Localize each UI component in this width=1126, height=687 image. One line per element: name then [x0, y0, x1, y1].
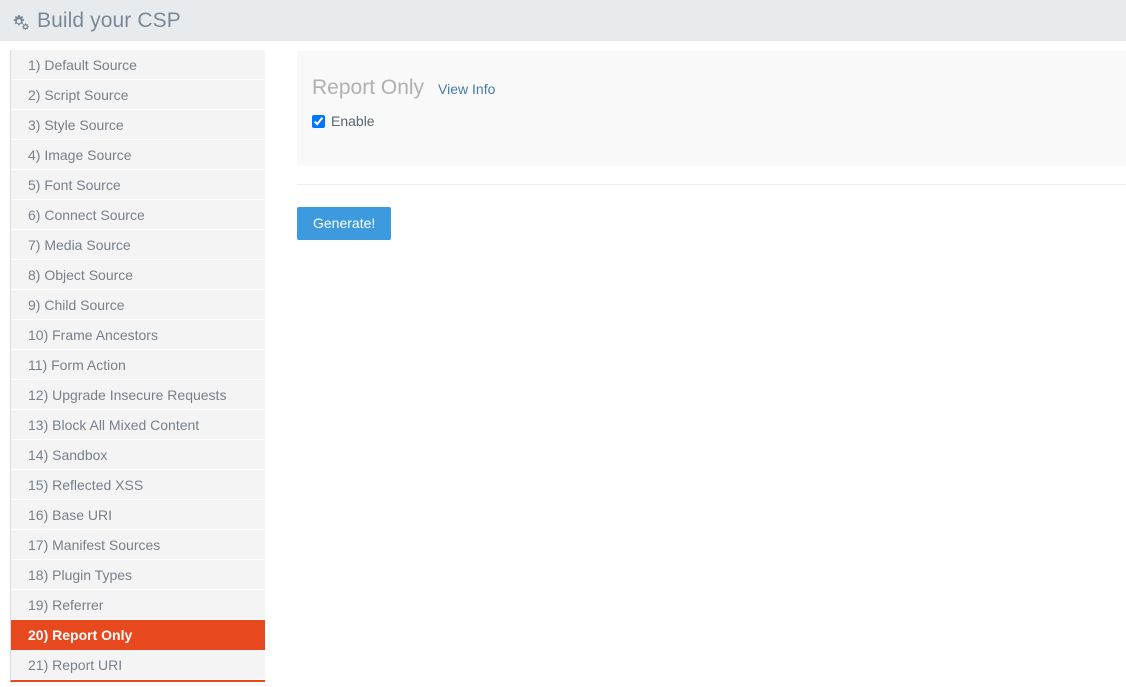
enable-checkbox[interactable] [312, 114, 325, 128]
sidebar-item-6[interactable]: 6) Connect Source [11, 200, 265, 230]
generate-button[interactable]: Generate! [297, 207, 392, 240]
sidebar-item-16[interactable]: 16) Base URI [11, 500, 265, 530]
report-only-panel: Report Only View Info Enable [297, 51, 1126, 166]
sidebar-item-12[interactable]: 12) Upgrade Insecure Requests [11, 380, 265, 410]
sidebar-item-10[interactable]: 10) Frame Ancestors [11, 320, 265, 350]
sidebar: 1) Default Source 2) Script Source 3) Styl… [0, 41, 265, 682]
sidebar-nav-list: 1) Default Source 2) Script Source 3) Styl… [10, 50, 265, 682]
cogs-icon [11, 13, 29, 31]
main-content: Report Only View Info Enable Generate! [265, 41, 1126, 240]
sidebar-item-1[interactable]: 1) Default Source [11, 50, 265, 80]
panel-header: Report Only View Info [312, 77, 1112, 98]
sidebar-item-11[interactable]: 11) Form Action [11, 350, 265, 380]
sidebar-item-9[interactable]: 9) Child Source [11, 290, 265, 320]
sidebar-item-2[interactable]: 2) Script Source [11, 80, 265, 110]
app-title: Build your CSP [37, 9, 181, 32]
sidebar-item-13[interactable]: 13) Block All Mixed Content [11, 410, 265, 440]
sidebar-item-7[interactable]: 7) Media Source [11, 230, 265, 260]
sidebar-item-21[interactable]: 21) Report URI [11, 650, 265, 680]
enable-checkbox-row[interactable]: Enable [312, 114, 1112, 128]
enable-checkbox-label: Enable [331, 113, 375, 129]
sidebar-item-4[interactable]: 4) Image Source [11, 140, 265, 170]
page-body: 1) Default Source 2) Script Source 3) Styl… [0, 41, 1126, 687]
sidebar-item-17[interactable]: 17) Manifest Sources [11, 530, 265, 560]
page-title: Report Only [312, 76, 425, 99]
sidebar-item-19[interactable]: 19) Referrer [11, 590, 265, 620]
sidebar-item-14[interactable]: 14) Sandbox [11, 440, 265, 470]
sidebar-item-8[interactable]: 8) Object Source [11, 260, 265, 290]
app-header: Build your CSP [0, 0, 1126, 41]
sidebar-item-3[interactable]: 3) Style Source [11, 110, 265, 140]
sidebar-item-20[interactable]: 20) Report Only [11, 620, 265, 650]
sidebar-item-15[interactable]: 15) Reflected XSS [11, 470, 265, 500]
sidebar-item-5[interactable]: 5) Font Source [11, 170, 265, 200]
sidebar-item-18[interactable]: 18) Plugin Types [11, 560, 265, 590]
content-divider [297, 184, 1126, 185]
view-info-link[interactable]: View Info [438, 81, 495, 97]
